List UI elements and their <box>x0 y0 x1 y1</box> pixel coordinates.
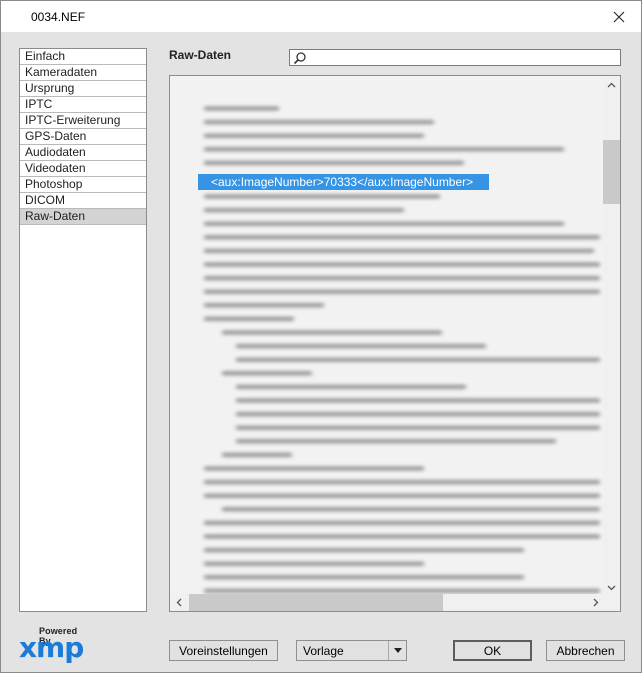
blurred-xml-content <box>204 106 600 594</box>
chevron-right-icon <box>593 598 598 607</box>
window-title: 0034.NEF <box>31 10 86 24</box>
chevron-down-icon <box>607 585 616 590</box>
raw-data-text-area[interactable]: <aux:ImageNumber>70333</aux:ImageNumber> <box>169 75 621 612</box>
selected-line[interactable]: <aux:ImageNumber>70333</aux:ImageNumber> <box>198 174 489 190</box>
scrollbar-corner <box>603 594 620 611</box>
section-title: Raw-Daten <box>169 48 232 62</box>
template-select[interactable]: Vorlage <box>296 640 407 661</box>
horizontal-scrollbar[interactable] <box>170 594 604 611</box>
close-button[interactable] <box>597 1 641 32</box>
template-select-value: Vorlage <box>303 644 344 658</box>
xmp-brand: xmp <box>19 631 84 664</box>
search-icon <box>293 52 306 65</box>
dialog-window: 0034.NEF Einfach Kameradaten Ursprung IP… <box>0 0 642 673</box>
sidebar-item-iptc-erweiterung[interactable]: IPTC-Erweiterung <box>20 113 146 129</box>
close-icon <box>613 11 625 22</box>
scroll-up-button[interactable] <box>603 76 620 93</box>
category-list: Einfach Kameradaten Ursprung IPTC IPTC-E… <box>19 48 147 612</box>
cancel-button[interactable]: Abbrechen <box>546 640 625 661</box>
scroll-right-button[interactable] <box>587 594 604 611</box>
chevron-up-icon <box>607 82 616 87</box>
sidebar-item-raw-daten[interactable]: Raw-Daten <box>20 209 146 225</box>
horizontal-scroll-thumb[interactable] <box>189 594 443 611</box>
xmp-logo: Powered By xmp <box>19 626 91 664</box>
scroll-left-button[interactable] <box>170 594 187 611</box>
search-input[interactable] <box>289 49 621 66</box>
title-bar: 0034.NEF <box>1 1 641 32</box>
sidebar-item-iptc[interactable]: IPTC <box>20 97 146 113</box>
sidebar-item-einfach[interactable]: Einfach <box>20 49 146 65</box>
sidebar-item-audiodaten[interactable]: Audiodaten <box>20 145 146 161</box>
sidebar-item-photoshop[interactable]: Photoshop <box>20 177 146 193</box>
chevron-left-icon <box>176 598 181 607</box>
dialog-content: Einfach Kameradaten Ursprung IPTC IPTC-E… <box>1 32 641 672</box>
vertical-scroll-thumb[interactable] <box>603 140 620 204</box>
sidebar-item-kameradaten[interactable]: Kameradaten <box>20 65 146 81</box>
sidebar-item-ursprung[interactable]: Ursprung <box>20 81 146 97</box>
ok-button[interactable]: OK <box>453 640 532 661</box>
sidebar-item-gps-daten[interactable]: GPS-Daten <box>20 129 146 145</box>
sidebar-item-videodaten[interactable]: Videodaten <box>20 161 146 177</box>
sidebar-item-dicom[interactable]: DICOM <box>20 193 146 209</box>
presets-button[interactable]: Voreinstellungen <box>169 640 278 661</box>
vertical-scrollbar[interactable] <box>603 76 620 596</box>
dropdown-arrow-icon[interactable] <box>388 641 406 660</box>
